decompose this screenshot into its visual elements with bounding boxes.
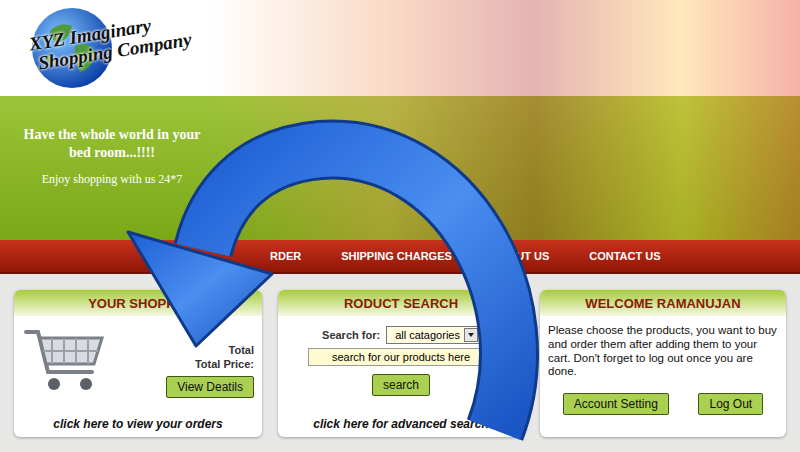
- account-button[interactable]: Log Out: [698, 393, 763, 415]
- banner-photo: [210, 0, 800, 240]
- search-input[interactable]: [308, 348, 494, 366]
- card-title: RODUCT SEARCH: [278, 290, 524, 316]
- cart-summary-line: Total: [229, 344, 254, 356]
- shopping-page: XYZ Imaginary Shopping Company Have the …: [0, 0, 800, 452]
- card-title: WELCOME RAMANUJAN: [540, 290, 786, 316]
- welcome-card: WELCOME RAMANUJAN Please choose the prod…: [540, 290, 786, 437]
- view-orders-link[interactable]: click here to view your orders: [22, 411, 254, 431]
- cart-summary-line: Total Price:: [195, 358, 254, 370]
- advanced-search-link[interactable]: click here for advanced search: [313, 411, 488, 431]
- brand: XYZ Imaginary Shopping Company Have the …: [0, 0, 210, 240]
- search-card: RODUCT SEARCH Search for: all catagories…: [278, 290, 524, 437]
- cart-icon: [22, 322, 106, 398]
- account-button[interactable]: Account Setting: [563, 393, 669, 415]
- curved-arrow-icon: [0, 0, 800, 452]
- search-label: Search for:: [322, 329, 380, 341]
- headline: Have the whole world in your bed room...…: [22, 126, 202, 162]
- nav-bar: RDER SHIPPING CHARGES ABOUT US CONTACT US: [0, 240, 800, 274]
- nav-item[interactable]: RDER: [270, 250, 301, 262]
- subline: Enjoy shopping with us 24*7: [22, 172, 202, 187]
- view-details-button[interactable]: View Deatils: [166, 376, 254, 398]
- cart-card: YOUR SHOPPIN Total Total Price: View Deat…: [14, 290, 262, 437]
- nav-item[interactable]: SHIPPING CHARGES: [341, 250, 452, 262]
- nav-item[interactable]: ABOUT US: [492, 250, 549, 262]
- card-title: YOUR SHOPPIN: [14, 290, 262, 316]
- tagline: Have the whole world in your bed room...…: [0, 96, 210, 187]
- header: XYZ Imaginary Shopping Company Have the …: [0, 0, 800, 240]
- category-select[interactable]: all catagories: [386, 326, 480, 344]
- dropdown-arrow-icon: [464, 328, 478, 342]
- logo[interactable]: XYZ Imaginary Shopping Company: [0, 0, 210, 96]
- content: YOUR SHOPPIN Total Total Price: View Deat…: [0, 274, 800, 437]
- nav-item[interactable]: CONTACT US: [589, 250, 660, 262]
- search-button[interactable]: search: [372, 374, 430, 396]
- welcome-message: Please choose the products, you want to …: [548, 324, 778, 379]
